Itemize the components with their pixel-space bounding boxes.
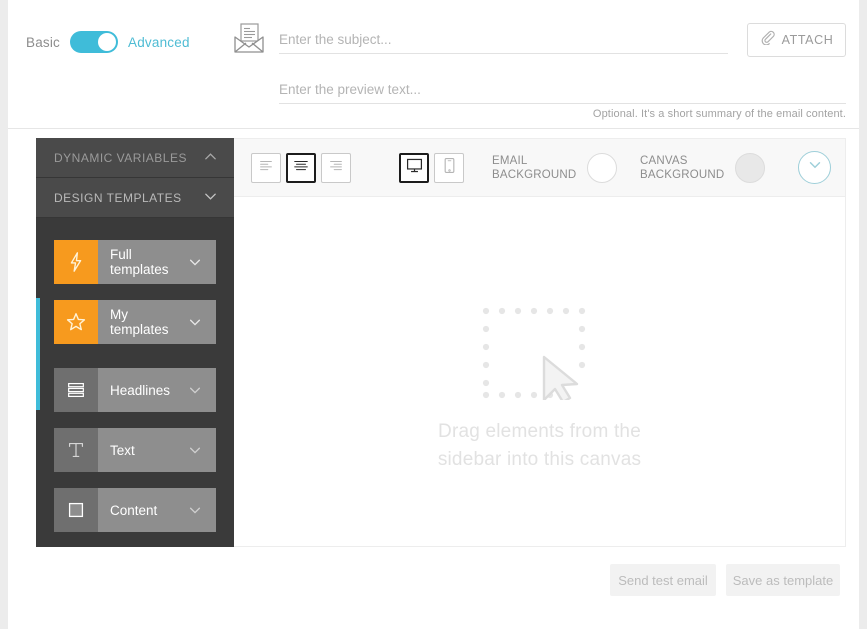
mode-basic-label[interactable]: Basic: [26, 35, 60, 50]
chevron-up-icon: [203, 149, 218, 167]
sidebar-item-content[interactable]: Content: [54, 488, 216, 532]
chevron-down-icon[interactable]: [188, 315, 216, 329]
email-background-label: EMAIL BACKGROUND: [492, 154, 576, 182]
sidebar-section-design-templates-label: DESIGN TEMPLATES: [54, 190, 182, 205]
email-background-label-line1: EMAIL: [492, 155, 528, 167]
canvas-empty-line1: Drag elements from the: [438, 421, 641, 442]
mobile-icon: [440, 156, 459, 180]
basic-advanced-toggle[interactable]: [70, 31, 119, 53]
elements-sidebar: DYNAMIC VARIABLES DESIGN TEMPLATES Full …: [36, 138, 234, 547]
paperclip-icon: [760, 30, 775, 50]
canvas-background-label: CANVAS BACKGROUND: [640, 154, 724, 182]
editor-header: Basic Advanced Enter the subject... Ente…: [8, 0, 859, 129]
drag-drop-cursor-icon: [480, 305, 600, 404]
sidebar-item-label: Content: [110, 502, 158, 518]
sidebar-item-headlines[interactable]: Headlines: [54, 368, 216, 412]
desktop-icon: [405, 156, 424, 180]
canvas-background-control: CANVAS BACKGROUND: [640, 153, 766, 183]
email-background-control: EMAIL BACKGROUND: [492, 153, 618, 183]
attach-button-label: ATTACH: [781, 33, 834, 47]
canvas-background-label-line1: CANVAS: [640, 155, 688, 167]
sidebar-item-label: Headlines: [110, 382, 171, 398]
sidebar-item-label: Text: [110, 442, 135, 458]
sidebar-item-full-templates[interactable]: Full templates: [54, 240, 216, 284]
chevron-down-circle-icon: [806, 156, 824, 179]
subject-input[interactable]: Enter the subject...: [279, 32, 728, 54]
sidebar-item-text[interactable]: Text: [54, 428, 216, 472]
attach-button[interactable]: ATTACH: [747, 23, 846, 57]
text-t-icon: [54, 428, 98, 472]
align-left-button[interactable]: [251, 153, 281, 183]
toggle-knob: [98, 33, 117, 51]
align-right-icon: [327, 157, 345, 180]
email-editor-app: Basic Advanced Enter the subject... Ente…: [8, 0, 859, 629]
desktop-view-button[interactable]: [399, 153, 429, 183]
canvas-toolbar: EMAIL BACKGROUND CANVAS BACKGROUND: [234, 139, 845, 197]
sidebar-item-label: My templates: [110, 307, 169, 337]
preview-text-hint: Optional. It's a short summary of the em…: [592, 108, 846, 120]
content-square-icon: [54, 488, 98, 532]
sidebar-section-dynamic-variables[interactable]: DYNAMIC VARIABLES: [36, 138, 234, 178]
headlines-icon: [54, 368, 98, 412]
sidebar-item-my-templates[interactable]: My templates: [54, 300, 216, 344]
chevron-down-icon[interactable]: [188, 503, 216, 517]
canvas-panel: EMAIL BACKGROUND CANVAS BACKGROUND Drag …: [234, 138, 846, 547]
mode-advanced-label[interactable]: Advanced: [128, 35, 190, 50]
chevron-down-icon[interactable]: [188, 443, 216, 457]
sidebar-section-design-templates[interactable]: DESIGN TEMPLATES: [36, 178, 234, 218]
chevron-down-icon: [203, 189, 218, 207]
sidebar-section-dynamic-variables-label: DYNAMIC VARIABLES: [54, 150, 187, 165]
canvas-background-label-line2: BACKGROUND: [640, 169, 725, 181]
mode-switch: Basic Advanced: [26, 31, 190, 53]
editor-footer: Send test email Save as template: [8, 547, 859, 629]
canvas-background-swatch[interactable]: [735, 153, 766, 183]
send-test-email-button[interactable]: Send test email: [610, 564, 716, 596]
align-center-icon: [292, 157, 310, 180]
align-right-button[interactable]: [321, 153, 351, 183]
expand-toolbar-button[interactable]: [798, 151, 831, 184]
email-canvas-dropzone[interactable]: Drag elements from the sidebar into this…: [234, 197, 845, 546]
envelope-icon: [230, 20, 268, 58]
chevron-down-icon[interactable]: [188, 255, 216, 269]
canvas-empty-state-text: Drag elements from the sidebar into this…: [234, 418, 845, 474]
canvas-empty-state: Drag elements from the sidebar into this…: [234, 305, 845, 474]
canvas-empty-line2: sidebar into this canvas: [437, 449, 642, 470]
sidebar-template-list: Full templates My templates Headlines Te…: [36, 218, 234, 532]
sidebar-item-label: Full templates: [110, 247, 169, 277]
lightning-bolt-icon: [54, 240, 98, 284]
sidebar-scrollbar-thumb[interactable]: [36, 298, 40, 410]
star-icon: [54, 300, 98, 344]
email-background-label-line2: BACKGROUND: [492, 169, 577, 181]
email-background-swatch[interactable]: [587, 153, 618, 183]
chevron-down-icon[interactable]: [188, 383, 216, 397]
mobile-view-button[interactable]: [434, 153, 464, 183]
align-left-icon: [257, 157, 275, 180]
align-center-button[interactable]: [286, 153, 316, 183]
preview-text-input[interactable]: Enter the preview text...: [279, 82, 846, 104]
save-as-template-button[interactable]: Save as template: [726, 564, 840, 596]
